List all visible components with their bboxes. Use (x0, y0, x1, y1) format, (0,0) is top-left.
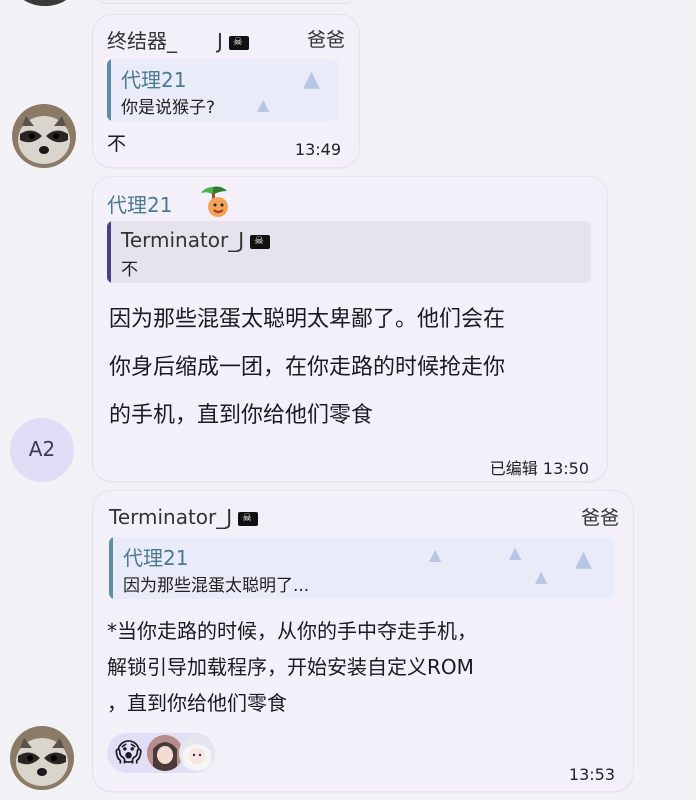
message-line: *当你走路的时候，从你的手中夺走手机， (107, 619, 477, 643)
quote-author: 代理21 (121, 68, 187, 92)
cropped-avatar (14, 0, 76, 6)
drop-decoration: ▲ (303, 67, 320, 92)
sender-name[interactable]: Terminator_J (109, 505, 259, 529)
quote-text: 不 (121, 260, 138, 280)
quote-bar (107, 221, 111, 283)
drop-decoration: ▲ (575, 547, 592, 572)
message-time: 13:53 (568, 765, 615, 784)
quote-text: 你是说猴子? (121, 98, 216, 118)
sender-name[interactable]: 终结器_ J (107, 25, 249, 54)
cropped-message-bubble (92, 0, 360, 4)
role-tag: 爸爸 (580, 507, 619, 529)
reply-quote[interactable]: 代理21 你是说猴子? ▲ ▲ (107, 59, 339, 121)
drop-decoration: ▲ (429, 545, 442, 564)
message-time: 13:49 (294, 140, 341, 159)
raccoon-avatar[interactable] (12, 104, 76, 168)
pirate-flag-icon (250, 234, 271, 249)
quote-text: 因为那些混蛋太聪明了... (123, 576, 310, 596)
pirate-flag-icon (228, 35, 249, 50)
role-tag: 爸爸 (306, 29, 345, 51)
message-bubble[interactable]: 代理21 Terminator_J 不 因为那些混蛋太聪明太卑鄙了。他们会在 你… (92, 176, 608, 482)
quote-bar (107, 59, 111, 121)
drop-decoration: ▲ (509, 543, 522, 562)
avatar-a2[interactable]: A2 (10, 418, 74, 482)
pirate-flag-icon (238, 511, 259, 526)
message-time: 已编辑 13:50 (489, 459, 589, 478)
message-line: 你身后缩成一团，在你走路的时候抢走你 (109, 355, 506, 380)
reply-quote[interactable]: Terminator_J 不 (107, 221, 591, 283)
quote-author: 代理21 (123, 546, 189, 570)
sender-name[interactable]: 代理21 (107, 189, 172, 218)
message-line: 因为那些混蛋太聪明太卑鄙了。他们会在 (109, 307, 506, 332)
avatar-initials: A2 (28, 437, 56, 461)
reply-quote[interactable]: 代理21 因为那些混蛋太聪明了... ▲ ▲ ▲ ▲ (109, 537, 615, 599)
quote-author: Terminator_J (121, 228, 271, 252)
message-text: 不 (107, 133, 127, 155)
message-bubble[interactable]: 终结器_ J 爸爸 代理21 你是说猴子? ▲ ▲ 不 13:49 (92, 14, 360, 168)
message-line: 的手机，直到你给他们零食 (109, 403, 374, 428)
reactions-bar[interactable]: 😱 (107, 733, 215, 773)
palm-tree-emoji (197, 183, 233, 219)
reaction-emoji[interactable]: 😱 (111, 735, 147, 771)
drop-decoration: ▲ (257, 95, 270, 114)
quote-bar (109, 537, 113, 599)
user-avatar-reaction[interactable] (179, 735, 215, 771)
message-line: ，直到你给他们零食 (107, 691, 287, 715)
message-line: 解锁引导加载程序，开始安装自定义ROM (107, 655, 474, 679)
user-avatar-reaction[interactable] (147, 735, 183, 771)
raccoon-avatar[interactable] (10, 726, 74, 790)
message-bubble[interactable]: Terminator_J 爸爸 代理21 因为那些混蛋太聪明了... ▲ ▲ ▲… (92, 490, 634, 792)
drop-decoration: ▲ (535, 567, 548, 586)
